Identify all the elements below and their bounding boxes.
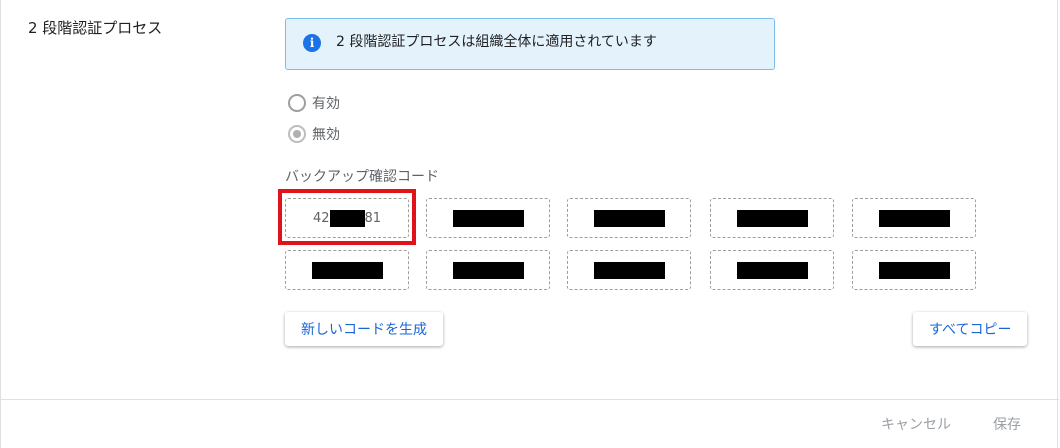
radio-option-enabled[interactable]: 有効 [288, 93, 340, 113]
backup-code-4 [710, 198, 834, 238]
redaction-bar [311, 261, 383, 279]
info-banner: i 2 段階認証プロセスは組織全体に適用されています [285, 18, 775, 70]
section-title: 2 段階認証プロセス [28, 19, 163, 37]
backup-code-10 [852, 250, 976, 290]
radio-option-disabled[interactable]: 無効 [288, 124, 340, 144]
generate-codes-button[interactable]: 新しいコードを生成 [285, 312, 443, 346]
backup-code-2 [426, 198, 550, 238]
radio-label-enabled: 有効 [312, 96, 340, 112]
radio-unchecked-icon[interactable] [288, 94, 306, 112]
redaction-bar [593, 261, 665, 279]
redaction-bar [736, 209, 808, 227]
backup-code-9 [710, 250, 834, 290]
backup-code-5 [852, 198, 976, 238]
copy-all-button[interactable]: すべてコピー [913, 312, 1028, 346]
redaction-bar [452, 209, 524, 227]
info-icon: i [303, 34, 321, 52]
radio-label-disabled: 無効 [312, 127, 340, 143]
highlight-box [278, 189, 416, 245]
backup-code-7 [426, 250, 550, 290]
backup-codes-label: バックアップ確認コード [285, 169, 439, 185]
info-banner-text: 2 段階認証プロセスは組織全体に適用されています [336, 34, 657, 50]
backup-code-6 [285, 250, 409, 290]
redaction-bar [452, 261, 524, 279]
redaction-bar [593, 209, 665, 227]
cancel-button[interactable]: キャンセル [881, 414, 951, 434]
settings-panel: 2 段階認証プロセス i 2 段階認証プロセスは組織全体に適用されています 有効… [0, 0, 1059, 448]
footer-divider [1, 399, 1059, 400]
redaction-bar [878, 209, 950, 227]
radio-checked-icon[interactable] [288, 125, 306, 143]
redaction-bar [736, 261, 808, 279]
backup-code-8 [567, 250, 691, 290]
redaction-bar [878, 261, 950, 279]
save-button[interactable]: 保存 [993, 414, 1021, 434]
backup-code-3 [567, 198, 691, 238]
